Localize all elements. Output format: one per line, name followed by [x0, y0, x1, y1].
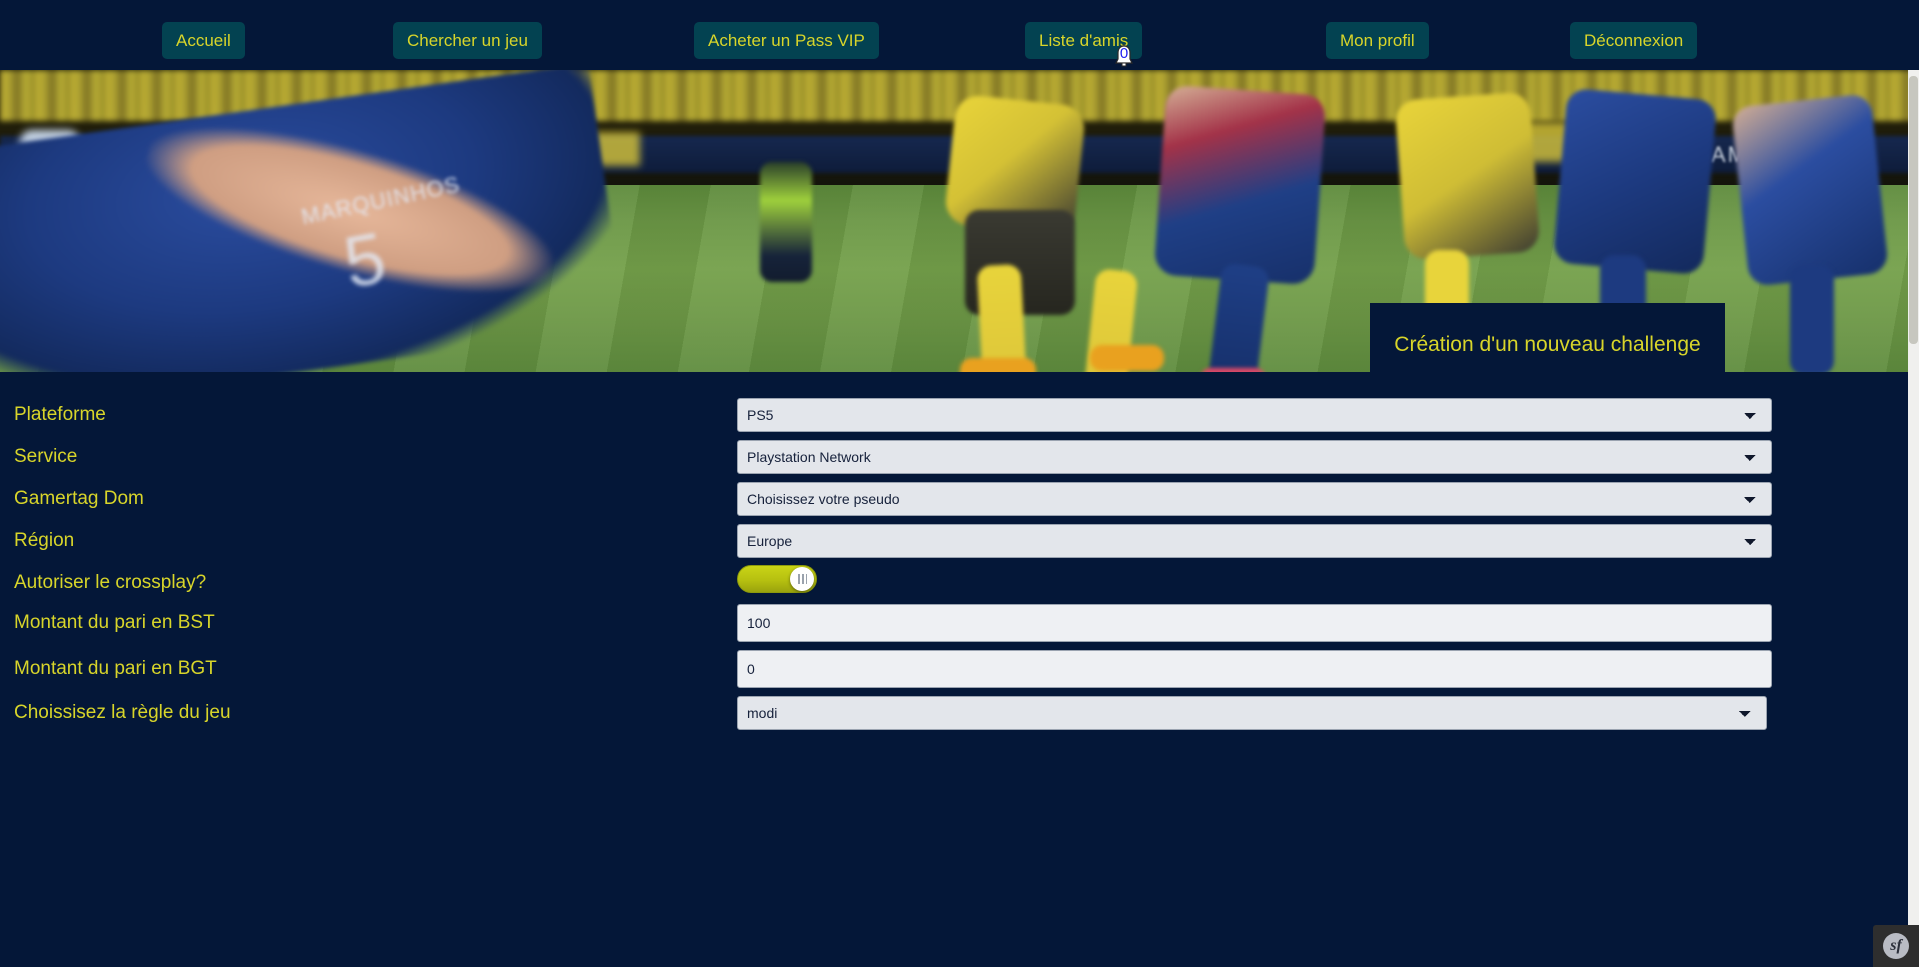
- select-region[interactable]: Europe: [737, 524, 1772, 558]
- hero-player-blue-4-leg: [1790, 265, 1834, 372]
- page-title: Création d'un nouveau challenge: [1394, 332, 1701, 356]
- input-montant-pari-bst[interactable]: [737, 604, 1772, 642]
- notification-bell-icon[interactable]: 0: [1113, 44, 1135, 70]
- toggle-crossplay-knob: [790, 567, 814, 591]
- symfony-logo-icon: sf: [1883, 933, 1909, 959]
- select-regle-du-jeu[interactable]: modi: [737, 696, 1767, 730]
- nav-item-mon-profil[interactable]: Mon profil: [1326, 22, 1429, 59]
- notification-count: 0: [1119, 45, 1129, 62]
- label-regle-du-jeu: Choissisez la règle du jeu: [14, 702, 231, 723]
- hero-player-blue-4-torso: [1730, 93, 1890, 287]
- nav-item-deconnexion[interactable]: Déconnexion: [1570, 22, 1698, 59]
- hero-banner-image: L GAME EQUAL GAME MARQUINHOS 5 Création …: [0, 70, 1919, 372]
- select-gamertag-dom[interactable]: Choisissez votre pseudo: [737, 482, 1772, 516]
- form-row-regle-jeu: Choissisez la règle du jeu modi: [0, 688, 1919, 738]
- hero-player-yellow-2-torso: [1394, 91, 1541, 261]
- symfony-debug-toolbar-badge[interactable]: sf: [1873, 925, 1919, 967]
- hero-player-blue-2-torso: [1153, 84, 1327, 286]
- hero-player-yellow-1-sock-left: [976, 263, 1028, 372]
- select-service[interactable]: Playstation Network: [737, 440, 1772, 474]
- select-plateforme[interactable]: PS5: [737, 398, 1772, 432]
- grip-lines-icon: [797, 574, 807, 584]
- input-montant-pari-bgt[interactable]: [737, 650, 1772, 688]
- hero-player-yellow-1-boot-left: [960, 358, 1036, 372]
- label-montant-pari-bst: Montant du pari en BST: [14, 612, 215, 633]
- nav-item-chercher-un-jeu[interactable]: Chercher un jeu: [393, 22, 542, 59]
- hero-sideline-official: [760, 162, 812, 282]
- challenge-creation-form: Plateforme PS5 Service Playstation Netwo…: [0, 372, 1919, 967]
- form-row-montant-bgt: Montant du pari en BGT: [0, 644, 1919, 694]
- hero-player-yellow-1-boot-right: [1090, 345, 1164, 371]
- vertical-scrollbar-thumb[interactable]: [1909, 76, 1918, 344]
- page-title-card: Création d'un nouveau challenge: [1370, 303, 1725, 372]
- form-row-montant-bst: Montant du pari en BST: [0, 598, 1919, 648]
- nav-item-accueil[interactable]: Accueil: [162, 22, 245, 59]
- hero-player-blue-3-torso: [1552, 87, 1718, 276]
- label-montant-pari-bgt: Montant du pari en BGT: [14, 658, 217, 679]
- toggle-crossplay[interactable]: [737, 565, 817, 593]
- nav-item-acheter-pass-vip[interactable]: Acheter un Pass VIP: [694, 22, 879, 59]
- top-navigation-bar: Accueil Chercher un jeu Acheter un Pass …: [0, 0, 1919, 70]
